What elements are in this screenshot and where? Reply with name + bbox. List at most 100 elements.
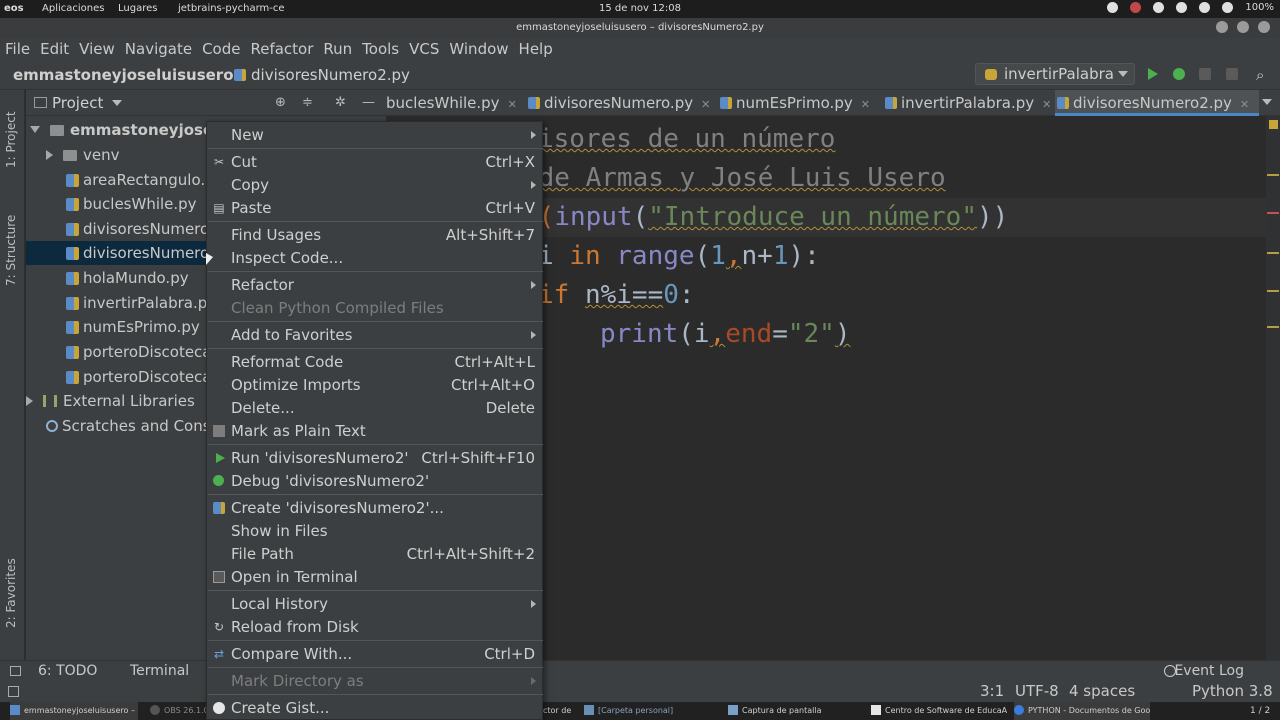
tool-tab-event-log[interactable]: Event Log	[1174, 663, 1244, 679]
tree-item-external-libraries[interactable]: External Libraries	[26, 389, 195, 413]
tab-bucleswhile[interactable]: buclesWhile.py ✕	[368, 90, 517, 116]
battery-icon[interactable]	[1222, 2, 1234, 13]
chevron-down-icon[interactable]	[1262, 99, 1272, 105]
tab-invertirpalabra[interactable]: invertirPalabra.py ✕	[883, 90, 1051, 116]
menu-item-copy[interactable]: Copy	[207, 174, 544, 196]
menu-navigate[interactable]: Navigate	[120, 38, 197, 60]
taskbar-item[interactable]: emmastoneyjoseluisusero – divis...	[10, 702, 138, 720]
tree-item-file[interactable]: holaMundo.py	[66, 266, 189, 290]
menu-item-add-to-favorites[interactable]: Add to Favorites	[207, 324, 544, 346]
close-icon[interactable]: ✕	[1042, 98, 1051, 111]
tree-item-file[interactable]: porteroDiscoteca	[66, 340, 212, 364]
tree-item-root[interactable]: emmastoneyjoselu	[30, 118, 229, 142]
warning-icon[interactable]	[1269, 120, 1278, 129]
breadcrumb-project[interactable]: emmastoneyjoseluisusero	[13, 66, 234, 84]
taskbar-item[interactable]: Centro de Software de EducaAndOS	[871, 702, 1007, 720]
search-icon[interactable]: ⌕	[1256, 66, 1264, 84]
menu-run[interactable]: Run	[318, 38, 357, 60]
menu-vcs[interactable]: VCS	[404, 38, 444, 60]
error-marker[interactable]	[1267, 212, 1279, 214]
status-indent[interactable]: 4 spaces	[1069, 682, 1135, 700]
os-clock[interactable]: 15 de nov 12:08	[0, 3, 1280, 14]
menu-item-refactor[interactable]: Refactor	[207, 274, 544, 296]
tool-tab-todo[interactable]: 6: TODO	[38, 663, 97, 679]
menu-item-local-history[interactable]: Local History	[207, 593, 544, 615]
menu-item-delete[interactable]: Delete... Delete	[207, 397, 544, 419]
menu-item-debug[interactable]: Debug 'divisoresNumero2'	[207, 470, 544, 492]
menu-edit[interactable]: Edit	[35, 38, 74, 60]
tool-tab-favorites[interactable]: 2: Favorites	[4, 558, 18, 628]
menu-view[interactable]: View	[74, 38, 120, 60]
taskbar-item[interactable]: [Carpeta personal]	[584, 702, 694, 720]
taskbar-item[interactable]: OBS 26.1.0	[150, 702, 206, 720]
stop-icon[interactable]	[1226, 68, 1238, 80]
menu-item-reload-from-disk[interactable]: ↻ Reload from Disk	[207, 616, 544, 638]
taskbar-item[interactable]: PYTHON - Documentos de Google...	[1014, 702, 1150, 720]
menu-window[interactable]: Window	[444, 38, 513, 60]
menu-item-show-in-files[interactable]: Show in Files	[207, 520, 544, 542]
tree-item-file[interactable]: numEsPrimo.py	[66, 315, 200, 339]
tree-item-file[interactable]: divisoresNumero	[66, 217, 209, 241]
close-icon[interactable]: ✕	[508, 98, 517, 111]
volume-icon[interactable]	[1176, 2, 1188, 13]
warning-marker[interactable]	[1267, 252, 1279, 254]
status-caret-position[interactable]: 3:1	[980, 682, 1004, 700]
tab-divisoresnumero2[interactable]: divisoresNumero2.py ✕	[1055, 90, 1259, 116]
project-panel-title[interactable]: Project	[52, 94, 103, 112]
maximize-icon[interactable]	[1237, 21, 1249, 33]
warning-marker[interactable]	[1267, 174, 1279, 176]
warning-marker[interactable]	[1267, 326, 1279, 328]
menu-item-mark-plain-text[interactable]: Mark as Plain Text	[207, 420, 544, 442]
menu-item-find-usages[interactable]: Find Usages Alt+Shift+7	[207, 224, 544, 246]
chevron-right-icon[interactable]	[26, 396, 33, 406]
coverage-icon[interactable]	[1199, 68, 1211, 80]
run-configuration-select[interactable]: invertirPalabra	[975, 63, 1135, 85]
menu-code[interactable]: Code	[197, 38, 245, 60]
close-icon[interactable]: ✕	[701, 98, 710, 111]
tab-numesprimo[interactable]: numEsPrimo.py ✕	[718, 90, 870, 116]
wifi-icon[interactable]	[1153, 2, 1165, 13]
close-icon[interactable]: ✕	[861, 98, 870, 111]
tree-item-file-selected[interactable]: divisoresNumero	[66, 241, 209, 265]
menu-file[interactable]: File	[0, 38, 35, 60]
taskbar-item[interactable]: Captura de pantalla	[728, 702, 848, 720]
tool-tab-project[interactable]: 1: Project	[4, 111, 18, 168]
tool-tab-terminal[interactable]: Terminal	[130, 663, 189, 679]
status-square-icon[interactable]	[8, 686, 19, 697]
tree-item-file[interactable]: buclesWhile.py	[66, 192, 197, 216]
menu-item-compare-with[interactable]: ⇄ Compare With... Ctrl+D	[207, 643, 544, 665]
menu-item-paste[interactable]: ▤ Paste Ctrl+V	[207, 197, 544, 219]
tab-divisoresnumero[interactable]: divisoresNumero.py ✕	[526, 90, 710, 116]
mic-icon[interactable]	[1199, 2, 1211, 13]
menu-help[interactable]: Help	[514, 38, 558, 60]
tree-item-file[interactable]: areaRectangulo.p	[66, 168, 215, 192]
collapse-all-icon[interactable]: ≑	[302, 96, 315, 109]
gear-icon[interactable]: ✲	[335, 96, 348, 109]
tree-item-venv[interactable]: venv	[46, 143, 120, 167]
menu-item-open-terminal[interactable]: Open in Terminal	[207, 566, 544, 588]
menu-item-create-gist[interactable]: Create Gist...	[207, 697, 544, 719]
panel-toggle-icon[interactable]	[10, 666, 21, 676]
chevron-down-icon[interactable]	[112, 100, 122, 106]
tree-item-file[interactable]: invertirPalabra.py	[66, 291, 216, 315]
status-encoding[interactable]: UTF-8	[1015, 682, 1059, 700]
close-icon[interactable]	[1258, 21, 1270, 33]
workspace-pager[interactable]: 1 / 2	[1250, 702, 1278, 720]
warning-marker[interactable]	[1267, 290, 1279, 292]
menu-item-inspect-code[interactable]: Inspect Code...	[207, 247, 544, 269]
locate-icon[interactable]: ⊕	[275, 96, 288, 109]
menu-item-new[interactable]: New	[207, 124, 544, 146]
run-icon[interactable]	[1148, 68, 1158, 80]
status-interpreter[interactable]: Python 3.8	[1192, 682, 1273, 700]
error-stripe[interactable]	[1266, 116, 1280, 660]
menu-item-reformat-code[interactable]: Reformat Code Ctrl+Alt+L	[207, 351, 544, 373]
chevron-down-icon[interactable]	[30, 126, 40, 133]
close-icon[interactable]: ✕	[1240, 98, 1249, 111]
tree-item-file[interactable]: porteroDiscoteca	[66, 365, 212, 389]
minimize-icon[interactable]	[1216, 21, 1228, 33]
tree-item-scratches[interactable]: Scratches and Conso	[46, 414, 220, 438]
menu-item-cut[interactable]: ✂ Cut Ctrl+X	[207, 151, 544, 173]
record-icon[interactable]	[1130, 2, 1142, 13]
menu-item-run[interactable]: Run 'divisoresNumero2' Ctrl+Shift+F10	[207, 447, 544, 469]
chevron-right-icon[interactable]	[46, 150, 53, 160]
